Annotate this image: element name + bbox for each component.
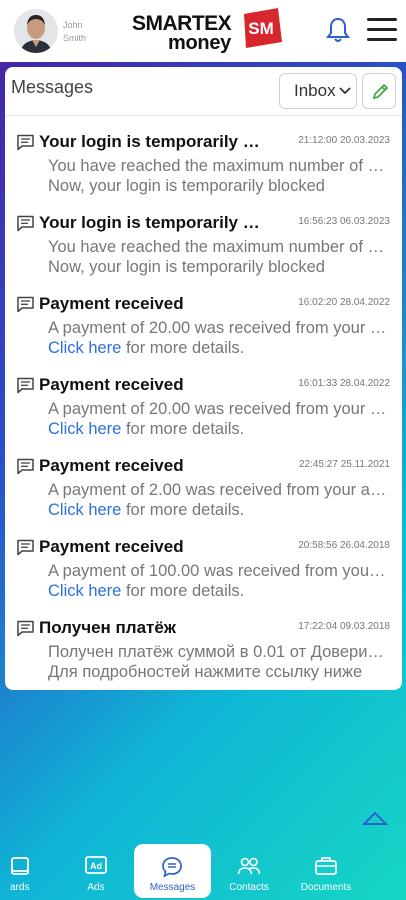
nav-label-contacts: Contacts xyxy=(229,882,269,893)
message-preview-line1: You have reached the maximum number of a… xyxy=(48,238,390,256)
message-date: 20:58:56 26.04.2018 xyxy=(298,540,390,551)
click-here-link[interactable]: Click here xyxy=(48,420,121,438)
message-icon xyxy=(17,620,34,637)
hamburger-menu-icon[interactable] xyxy=(367,18,397,42)
click-here-link[interactable]: Click here xyxy=(48,339,121,357)
message-preview-line2: Click here for more details. xyxy=(48,419,390,439)
message-date: 21:12:00 20.03.2023 xyxy=(298,135,390,146)
message-icon xyxy=(17,134,34,151)
message-preview-line1: A payment of 20.00 was received from you… xyxy=(48,319,390,337)
message-subject: Your login is temporarily blocked xyxy=(39,132,267,151)
message-date: 16:02:20 28.04.2022 xyxy=(298,297,390,308)
nav-item-ads[interactable]: Ad Ads xyxy=(76,844,116,898)
contacts-icon xyxy=(237,857,261,875)
folder-select-value: Inbox xyxy=(294,81,336,100)
message-preview-line1: A payment of 2.00 was received from your… xyxy=(48,481,390,499)
nav-label-ads: Ads xyxy=(87,882,105,893)
message-item[interactable]: Your login is temporarily blocked 16:56:2… xyxy=(5,212,402,292)
bottom-nav: ards Ad Ads Messages Contacts Documents xyxy=(0,844,406,900)
message-preview-line2: Click here for more details. xyxy=(48,338,390,358)
message-subject: Payment received xyxy=(39,375,184,394)
header-divider xyxy=(5,115,402,116)
nav-label-cards: ards xyxy=(10,882,30,893)
message-item[interactable]: Payment received 16:02:20 28.04.2022 A pay… xyxy=(5,293,402,373)
message-subject: Payment received xyxy=(39,537,184,556)
cards-icon xyxy=(11,857,29,875)
message-preview-line1: You have reached the maximum number of a… xyxy=(48,157,390,175)
compose-button[interactable] xyxy=(362,73,396,109)
message-item[interactable]: Your login is temporarily blocked 21:12:0… xyxy=(5,131,402,211)
message-icon xyxy=(17,377,34,394)
app-header: John Smith SMARTEX money SM xyxy=(0,0,406,62)
message-preview-line2: Click here for more details. xyxy=(48,581,390,601)
messages-icon xyxy=(162,857,182,878)
svg-text:Ad: Ad xyxy=(90,861,102,871)
ads-icon: Ad xyxy=(85,856,107,874)
message-item[interactable]: Payment received 20:58:56 26.04.2018 A pay… xyxy=(5,536,402,616)
message-preview-line2: Now, your login is temporarily blocked xyxy=(48,258,325,276)
message-preview-rest: for more details. xyxy=(121,420,245,438)
message-preview-line1: A payment of 20.00 was received from you… xyxy=(48,400,390,418)
folder-select[interactable]: Inbox xyxy=(279,73,357,109)
message-preview-line2: Click here for more details. xyxy=(48,500,390,520)
documents-icon xyxy=(315,857,337,875)
logo-text-money: money xyxy=(168,32,231,54)
message-item[interactable]: Получен платёж 17:22:04 09.03.2018 Получен… xyxy=(5,617,402,690)
bell-icon[interactable] xyxy=(325,16,351,44)
message-preview-line2: Для подробностей нажмите ссылку ниже xyxy=(48,663,363,681)
nav-item-cards[interactable]: ards xyxy=(0,844,34,898)
avatar-photo xyxy=(14,9,58,53)
message-preview-line1: A payment of 100.00 was received from yo… xyxy=(48,562,390,580)
nav-item-messages[interactable]: Messages xyxy=(134,844,211,898)
message-subject: Получен платёж xyxy=(39,618,176,637)
nav-item-contacts[interactable]: Contacts xyxy=(224,844,274,898)
logo-badge-icon: SM xyxy=(244,8,282,48)
message-subject: Your login is temporarily blocked xyxy=(39,213,267,232)
chevron-down-icon xyxy=(339,87,351,95)
message-preview-line1: Получен платёж суммой в 0.01 от Доверите… xyxy=(48,643,390,661)
messages-card: Messages Inbox Your login is temporarily… xyxy=(5,67,402,690)
message-icon xyxy=(17,458,34,475)
click-here-link[interactable]: Click here xyxy=(48,582,121,600)
message-item[interactable]: Payment received 22:45:27 25.11.2021 A pay… xyxy=(5,455,402,535)
message-item[interactable]: Payment received 16:01:33 28.04.2022 A pay… xyxy=(5,374,402,454)
message-icon xyxy=(17,215,34,232)
message-preview-rest: for more details. xyxy=(121,501,245,519)
message-date: 22:45:27 25.11.2021 xyxy=(298,459,390,470)
user-name: John Smith xyxy=(63,20,87,43)
svg-text:SM: SM xyxy=(248,19,274,38)
nav-item-documents[interactable]: Documents xyxy=(296,844,356,898)
message-preview-line2: Now, your login is temporarily blocked xyxy=(48,177,325,195)
message-date: 16:01:33 28.04.2022 xyxy=(298,378,390,389)
smartex-logo: SMARTEX money SM xyxy=(132,8,287,56)
message-date: 17:22:04 09.03.2018 xyxy=(298,621,390,632)
message-icon xyxy=(17,539,34,556)
pencil-icon xyxy=(372,83,389,100)
nav-label-documents: Documents xyxy=(300,882,352,893)
message-subject: Payment received xyxy=(39,294,184,313)
message-icon xyxy=(17,296,34,313)
message-subject: Payment received xyxy=(39,456,184,475)
message-preview-rest: for more details. xyxy=(121,582,245,600)
message-preview-rest: for more details. xyxy=(121,339,245,357)
message-date: 16:56:23 06.03.2023 xyxy=(298,216,390,227)
messages-title: Messages xyxy=(11,77,94,97)
user-avatar[interactable] xyxy=(14,9,58,53)
click-here-link[interactable]: Click here xyxy=(48,501,121,519)
nav-label-messages: Messages xyxy=(149,882,196,893)
scroll-up-icon[interactable] xyxy=(361,808,389,828)
